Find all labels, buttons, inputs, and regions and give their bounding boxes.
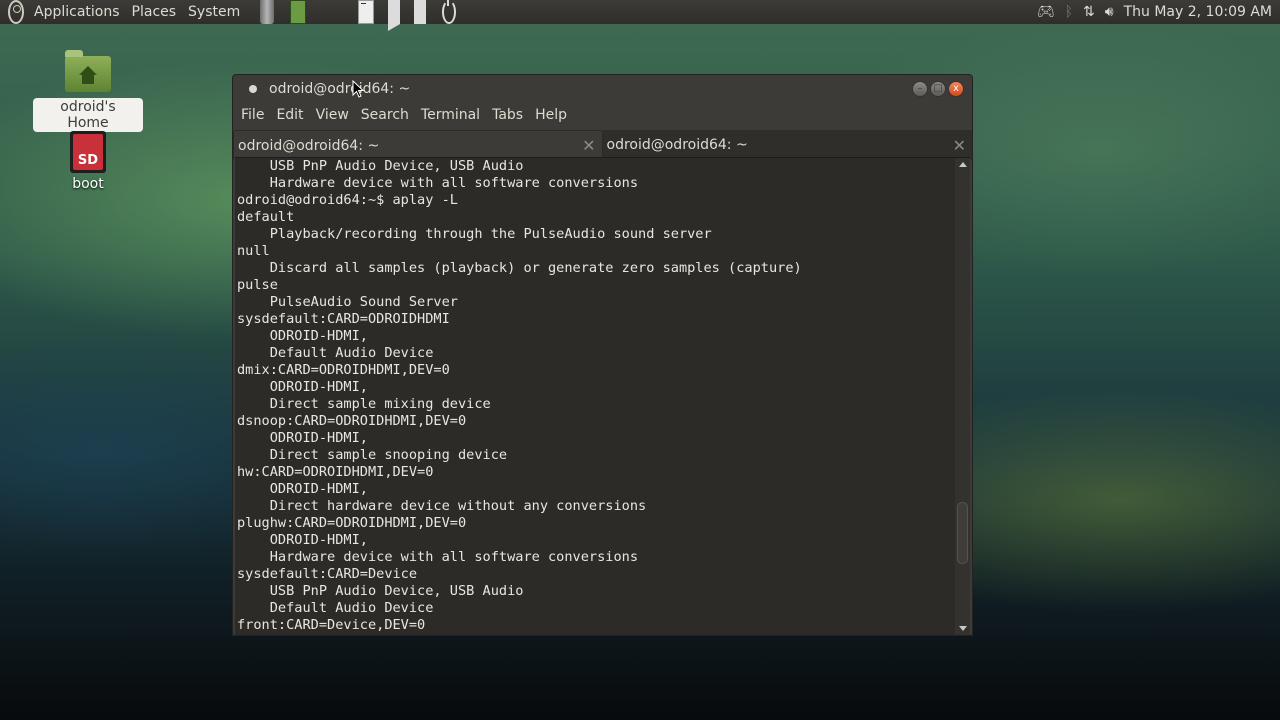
terminal-line: Discard all samples (playback) or genera… (237, 260, 802, 276)
desktop-icon-boot[interactable]: SD boot (33, 131, 143, 193)
gamepad-icon[interactable]: 🎮︎ (1037, 4, 1055, 20)
terminal-line: Default Audio Device (237, 345, 434, 361)
terminal-launcher-icon[interactable] (358, 0, 375, 24)
clock[interactable]: Thu May 2, 10:09 AM (1124, 4, 1272, 20)
minimize-button[interactable]: – (912, 81, 928, 97)
places-menu[interactable]: Places (126, 0, 183, 24)
menu-terminal[interactable]: Terminal (415, 107, 486, 123)
trash-icon[interactable] (260, 0, 275, 24)
terminal-line: ODROID-HDMI, (237, 328, 368, 344)
terminal-line: odroid@odroid64:~$ aplay -L (237, 192, 458, 208)
terminal-area[interactable]: USB PnP Audio Device, USB Audio Hardware… (235, 157, 970, 635)
bluetooth-icon[interactable]: ᛒ (1065, 4, 1073, 20)
desktop-icon-label: odroid's Home (33, 98, 143, 132)
terminal-line: dmix:CARD=ODROIDHDMI,DEV=0 (237, 362, 450, 378)
mouse-cursor-icon (352, 80, 364, 98)
terminal-line: Default Audio Device (237, 600, 434, 616)
scroll-up-arrow-icon[interactable] (959, 162, 967, 167)
menu-edit[interactable]: Edit (270, 107, 309, 123)
ubuntu-logo-icon[interactable] (8, 0, 24, 24)
tab-1[interactable]: odroid@odroid64: ~ ✕ (233, 130, 603, 160)
menu-view[interactable]: View (310, 107, 355, 123)
terminal-line: USB PnP Audio Device, USB Audio (237, 158, 524, 174)
system-menu[interactable]: System (182, 0, 246, 24)
terminal-line: Playback/recording through the PulseAudi… (237, 226, 712, 242)
terminal-line: dsnoop:CARD=ODROIDHDMI,DEV=0 (237, 413, 467, 429)
system-tray: 🎮︎ ᛒ ⇅ 🔊︎ Thu May 2, 10:09 AM (1037, 4, 1280, 20)
menu-file[interactable]: File (235, 107, 270, 123)
vertical-scrollbar[interactable] (955, 158, 970, 635)
terminal-line: PulseAudio Sound Server (237, 294, 458, 310)
tab-label: odroid@odroid64: ~ (606, 137, 748, 153)
tab-label: odroid@odroid64: ~ (238, 137, 380, 154)
terminal-line: sysdefault:CARD=Device (237, 566, 418, 582)
maximize-button[interactable]: □ (930, 81, 946, 97)
stop-icon[interactable] (414, 0, 427, 24)
tab-bar: odroid@odroid64: ~ ✕ odroid@odroid64: ~ … (233, 130, 972, 160)
window-menu-icon[interactable] (249, 85, 257, 93)
play-icon[interactable] (388, 0, 401, 31)
menu-bar: File Edit View Search Terminal Tabs Help (233, 103, 972, 127)
app-launcher-icon[interactable] (290, 0, 307, 24)
home-folder-icon (65, 50, 111, 92)
terminal-line: Direct sample mixing device (237, 396, 491, 412)
terminal-line: default (237, 209, 295, 225)
terminal-line: pulse (237, 277, 278, 293)
network-icon[interactable]: ⇅ (1083, 4, 1095, 20)
power-icon[interactable] (442, 0, 457, 24)
applications-menu[interactable]: Applications (28, 0, 126, 24)
terminal-line: ODROID-HDMI, (237, 532, 368, 548)
sd-card-icon: SD (70, 131, 106, 173)
terminal-line: ODROID-HDMI, (237, 379, 368, 395)
terminal-line: Hardware device with all software conver… (237, 175, 639, 191)
close-button[interactable]: x (948, 81, 964, 97)
terminal-line: hw:CARD=ODROIDHDMI,DEV=0 (237, 464, 434, 480)
terminal-line: USB PnP Audio Device, USB Audio (237, 583, 524, 599)
terminal-output[interactable]: USB PnP Audio Device, USB Audio Hardware… (235, 158, 954, 635)
menu-tabs[interactable]: Tabs (486, 107, 529, 123)
terminal-window: odroid@odroid64: ~ – □ x File Edit View … (232, 74, 973, 636)
terminal-line: front:CARD=Device,DEV=0 (237, 617, 426, 633)
close-tab-icon[interactable]: ✕ (582, 136, 595, 155)
terminal-line: ODROID-HDMI, (237, 430, 368, 446)
volume-icon[interactable]: 🔊︎ (1105, 4, 1114, 20)
desktop-icon-label: boot (72, 176, 104, 192)
terminal-line: Direct hardware device without any conve… (237, 498, 647, 514)
scroll-down-arrow-icon[interactable] (959, 626, 967, 631)
terminal-line: Hardware device with all software conver… (237, 549, 639, 565)
terminal-line: null (237, 243, 270, 259)
tab-2[interactable]: odroid@odroid64: ~ ✕ (602, 130, 972, 160)
desktop-icon-home[interactable]: odroid's Home (33, 50, 143, 132)
scrollbar-thumb[interactable] (957, 502, 968, 565)
close-tab-icon[interactable]: ✕ (953, 136, 966, 155)
menu-search[interactable]: Search (355, 107, 415, 123)
top-panel: Applications Places System 🎮︎ ᛒ ⇅ 🔊︎ Thu… (0, 0, 1280, 31)
title-bar[interactable]: odroid@odroid64: ~ – □ x (233, 75, 972, 103)
terminal-line: plughw:CARD=ODROIDHDMI,DEV=0 (237, 515, 467, 531)
menu-help[interactable]: Help (529, 107, 573, 123)
terminal-line: sysdefault:CARD=ODROIDHDMI (237, 311, 450, 327)
window-title: odroid@odroid64: ~ (269, 81, 411, 97)
terminal-line: Direct sample snooping device (237, 447, 508, 463)
terminal-line: ODROID-HDMI, (237, 481, 368, 497)
